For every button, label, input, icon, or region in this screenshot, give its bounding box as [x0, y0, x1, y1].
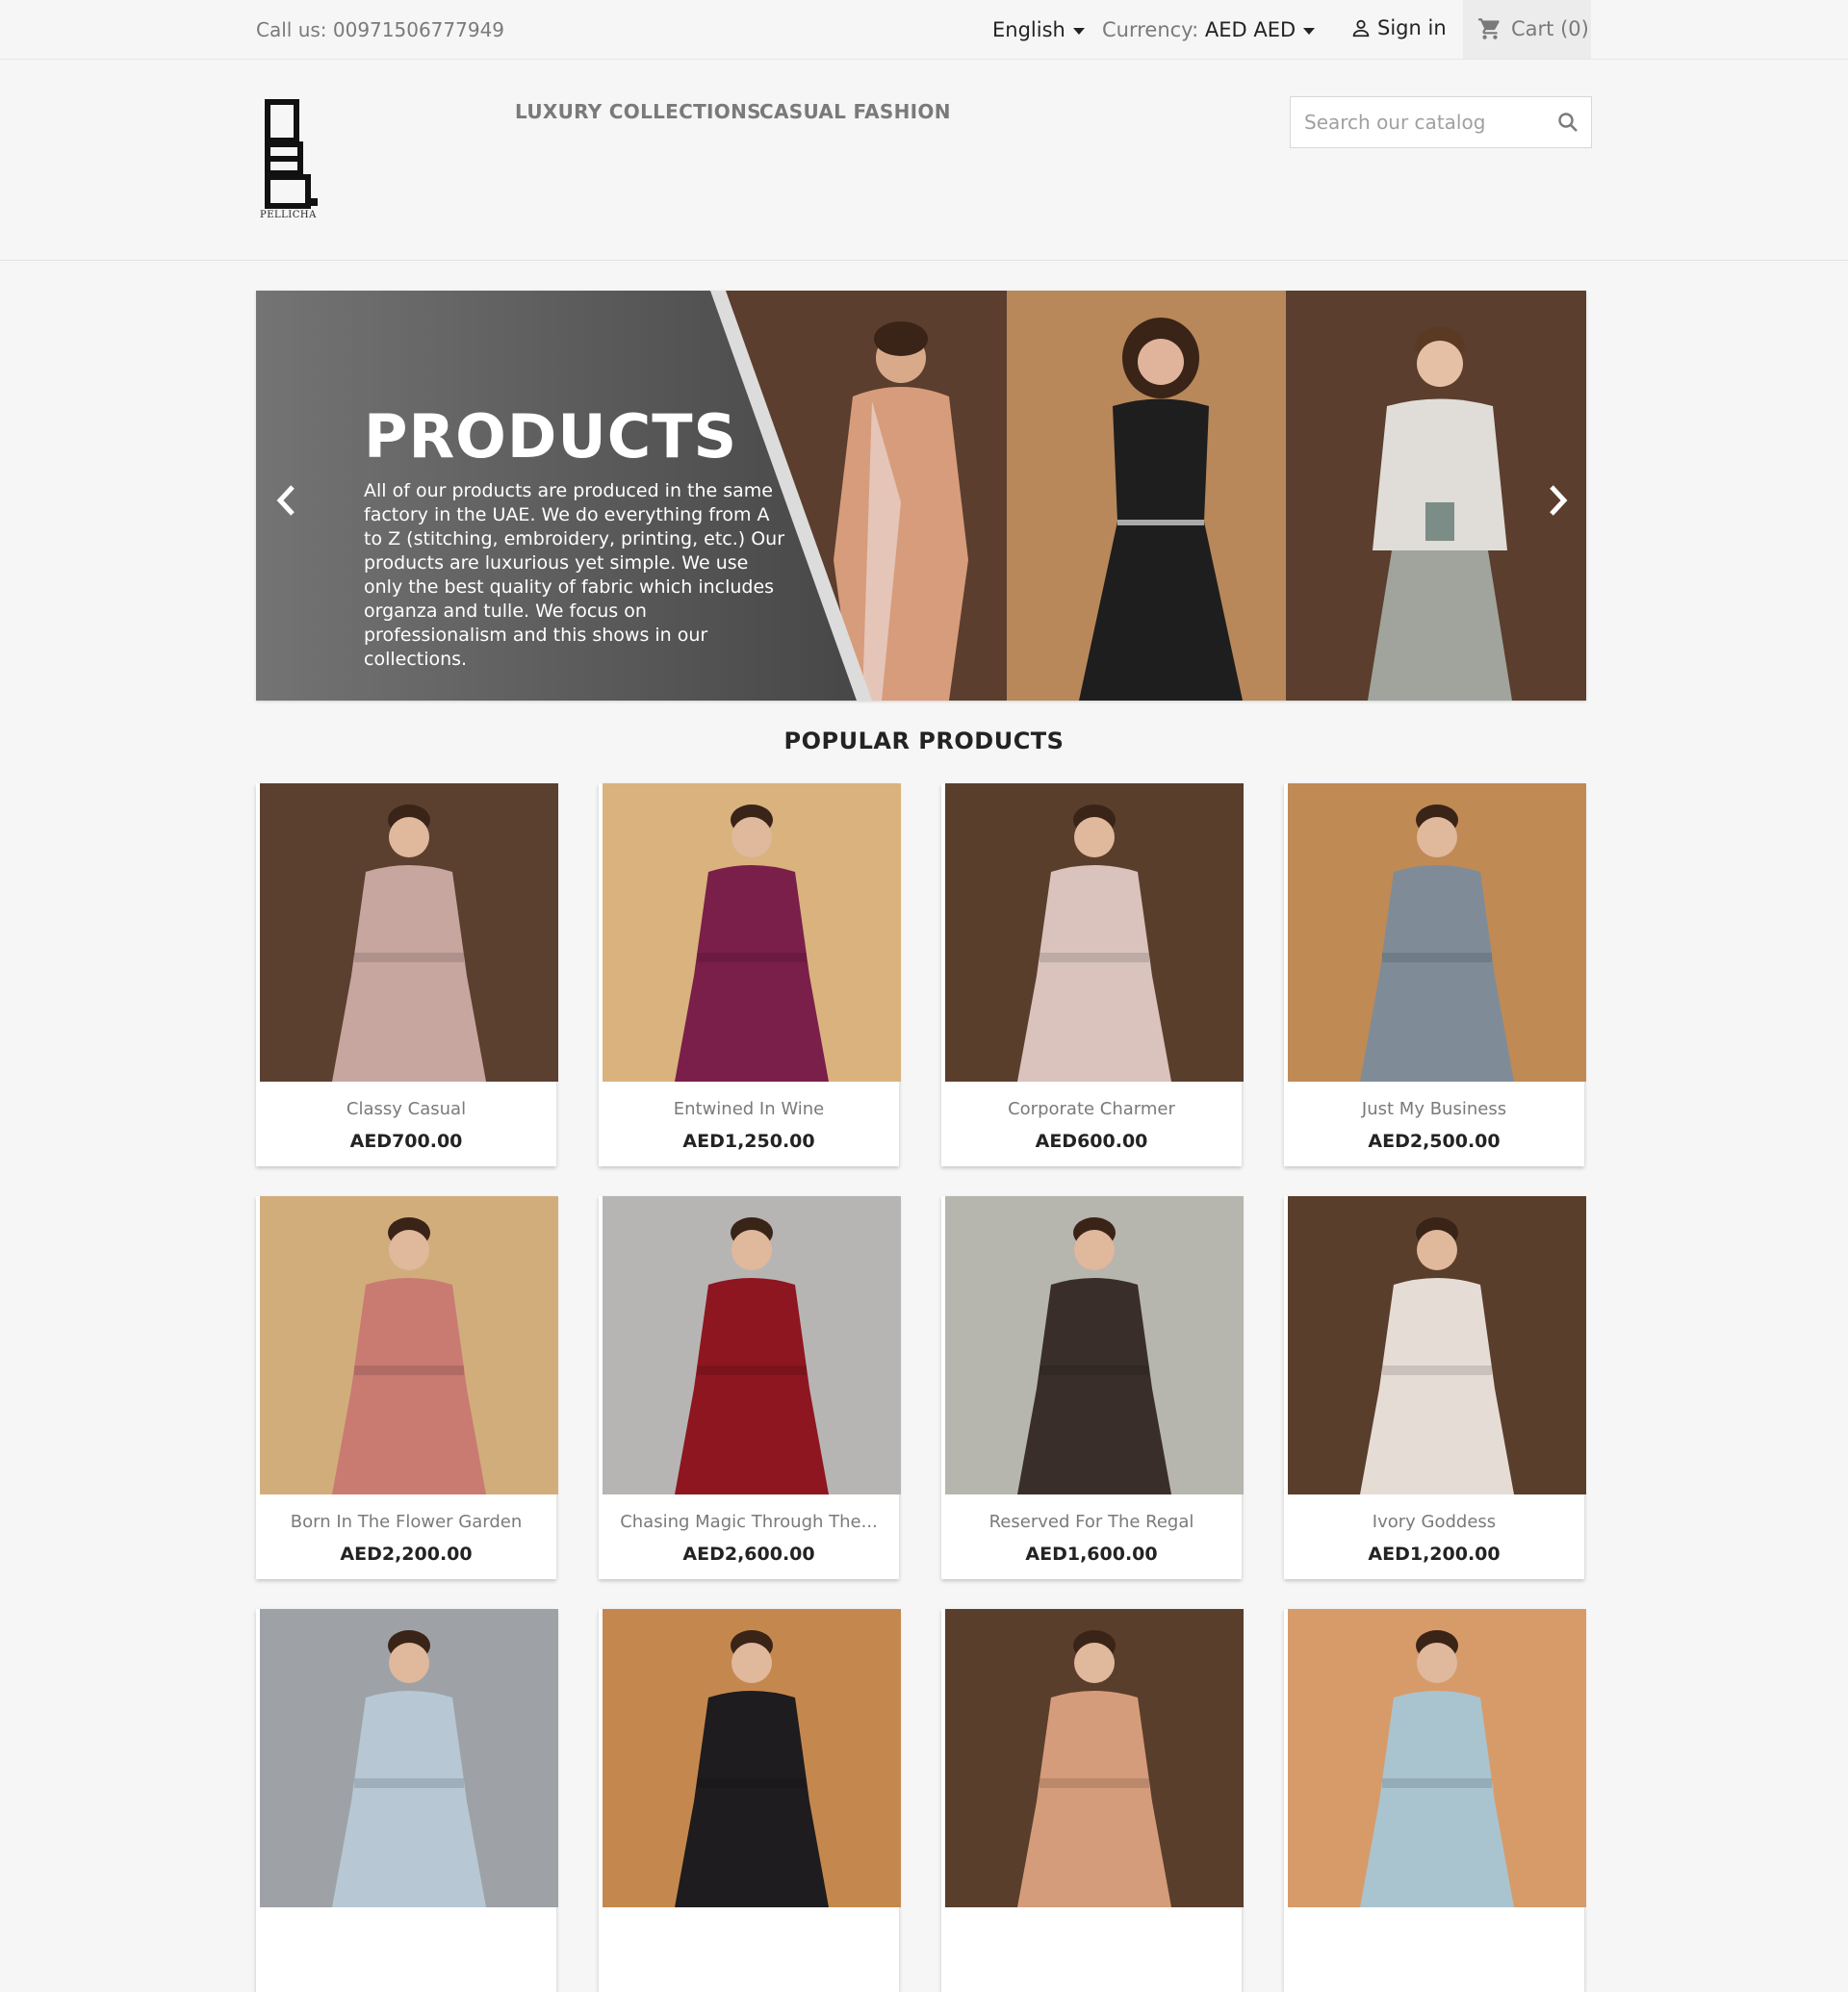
nav-casual-fashion[interactable]: CASUAL FASHION: [759, 100, 951, 123]
product-image[interactable]: [603, 783, 901, 1082]
product-price: AED1,250.00: [682, 1131, 815, 1152]
product-name[interactable]: Classy Casual: [256, 1099, 556, 1119]
product-image[interactable]: [1288, 1196, 1586, 1494]
model-figure: [1360, 1630, 1514, 1907]
model-figure: [1360, 804, 1514, 1082]
site-logo[interactable]: PELLICHA: [260, 98, 323, 223]
product-image[interactable]: [945, 1609, 1244, 1907]
product-card[interactable]: [1284, 1609, 1586, 1992]
cart-label: Cart (0): [1511, 17, 1589, 40]
caret-down-icon: [1072, 27, 1085, 35]
product-price: AED1,600.00: [1025, 1544, 1158, 1565]
product-card[interactable]: Classy Casual AED700.00: [256, 783, 558, 1166]
product-name[interactable]: Reserved For The Regal: [941, 1512, 1242, 1532]
nav-luxury-collections[interactable]: LUXURY COLLECTIONS: [515, 100, 761, 123]
site-header: PELLICHA LUXURY COLLECTIONS CASUAL FASHI…: [0, 60, 1848, 261]
currency-value: AED AED: [1204, 18, 1296, 41]
product-price: AED2,200.00: [340, 1544, 473, 1565]
product-name[interactable]: Chasing Magic Through The...: [599, 1512, 899, 1532]
product-price: AED1,200.00: [1368, 1544, 1501, 1565]
product-image[interactable]: [260, 1609, 558, 1907]
product-price: AED600.00: [1035, 1131, 1148, 1152]
model-figure: [675, 1630, 829, 1907]
sign-in-label: Sign in: [1377, 16, 1447, 39]
logo-mark: [265, 99, 318, 209]
call-us-text: Call us: 00971506777949: [256, 18, 505, 41]
user-icon: [1352, 19, 1370, 38]
product-card[interactable]: Born In The Flower Garden AED2,200.00: [256, 1196, 558, 1579]
product-image[interactable]: [1288, 1609, 1586, 1907]
cart-button[interactable]: Cart (0): [1463, 0, 1591, 59]
model-figure: [1017, 1217, 1171, 1494]
top-bar: Call us: 00971506777949 English Currency…: [0, 0, 1848, 60]
model-figure: [332, 1630, 486, 1907]
model-figure: [332, 1217, 486, 1494]
model-figure: [675, 1217, 829, 1494]
caret-down-icon: [1303, 27, 1316, 35]
chevron-right-icon[interactable]: [1546, 483, 1569, 518]
cart-icon: [1478, 18, 1500, 39]
currency-label: Currency:: [1102, 18, 1199, 41]
product-price: AED700.00: [349, 1131, 463, 1152]
product-price: AED2,600.00: [682, 1544, 815, 1565]
product-card[interactable]: Corporate Charmer AED600.00: [941, 783, 1244, 1166]
chevron-left-icon[interactable]: [275, 483, 298, 518]
product-price: AED2,500.00: [1368, 1131, 1501, 1152]
product-card[interactable]: Entwined In Wine AED1,250.00: [599, 783, 901, 1166]
model-figure: [1017, 1630, 1171, 1907]
search-input[interactable]: [1302, 107, 1547, 138]
model-figure: [332, 804, 486, 1082]
product-image[interactable]: [1288, 783, 1586, 1082]
product-card[interactable]: [941, 1609, 1244, 1992]
product-name[interactable]: Entwined In Wine: [599, 1099, 899, 1119]
product-image[interactable]: [260, 1196, 558, 1494]
search-box: [1290, 96, 1592, 148]
language-selector[interactable]: English: [992, 18, 1085, 41]
product-image[interactable]: [945, 783, 1244, 1082]
logo-text: PELLICHA: [260, 210, 317, 220]
hero-carousel: PRODUCTS All of our products are produce…: [256, 291, 1586, 701]
product-card[interactable]: [599, 1609, 901, 1992]
model-figure: [1360, 1217, 1514, 1494]
popular-products-title: POPULAR PRODUCTS: [783, 728, 1065, 754]
product-card[interactable]: Ivory Goddess AED1,200.00: [1284, 1196, 1586, 1579]
currency-selector[interactable]: Currency: AED AED: [1102, 18, 1316, 41]
product-card[interactable]: [256, 1609, 558, 1992]
product-name[interactable]: Born In The Flower Garden: [256, 1512, 556, 1532]
product-name[interactable]: Ivory Goddess: [1284, 1512, 1584, 1532]
model-figure: [1017, 804, 1171, 1082]
product-image[interactable]: [945, 1196, 1244, 1494]
product-card[interactable]: Just My Business AED2,500.00: [1284, 783, 1586, 1166]
product-image[interactable]: [603, 1609, 901, 1907]
banner-title: PRODUCTS: [364, 401, 738, 472]
sign-in-link[interactable]: Sign in: [1350, 16, 1447, 39]
product-card[interactable]: Reserved For The Regal AED1,600.00: [941, 1196, 1244, 1579]
search-icon[interactable]: [1556, 111, 1579, 134]
language-label: English: [992, 18, 1065, 41]
product-name[interactable]: Corporate Charmer: [941, 1099, 1242, 1119]
banner-description: All of our products are produced in the …: [364, 480, 785, 670]
product-image[interactable]: [603, 1196, 901, 1494]
product-card[interactable]: Chasing Magic Through The... AED2,600.00: [599, 1196, 901, 1579]
product-name[interactable]: Just My Business: [1284, 1099, 1584, 1119]
product-image[interactable]: [260, 783, 558, 1082]
model-figure: [675, 804, 829, 1082]
